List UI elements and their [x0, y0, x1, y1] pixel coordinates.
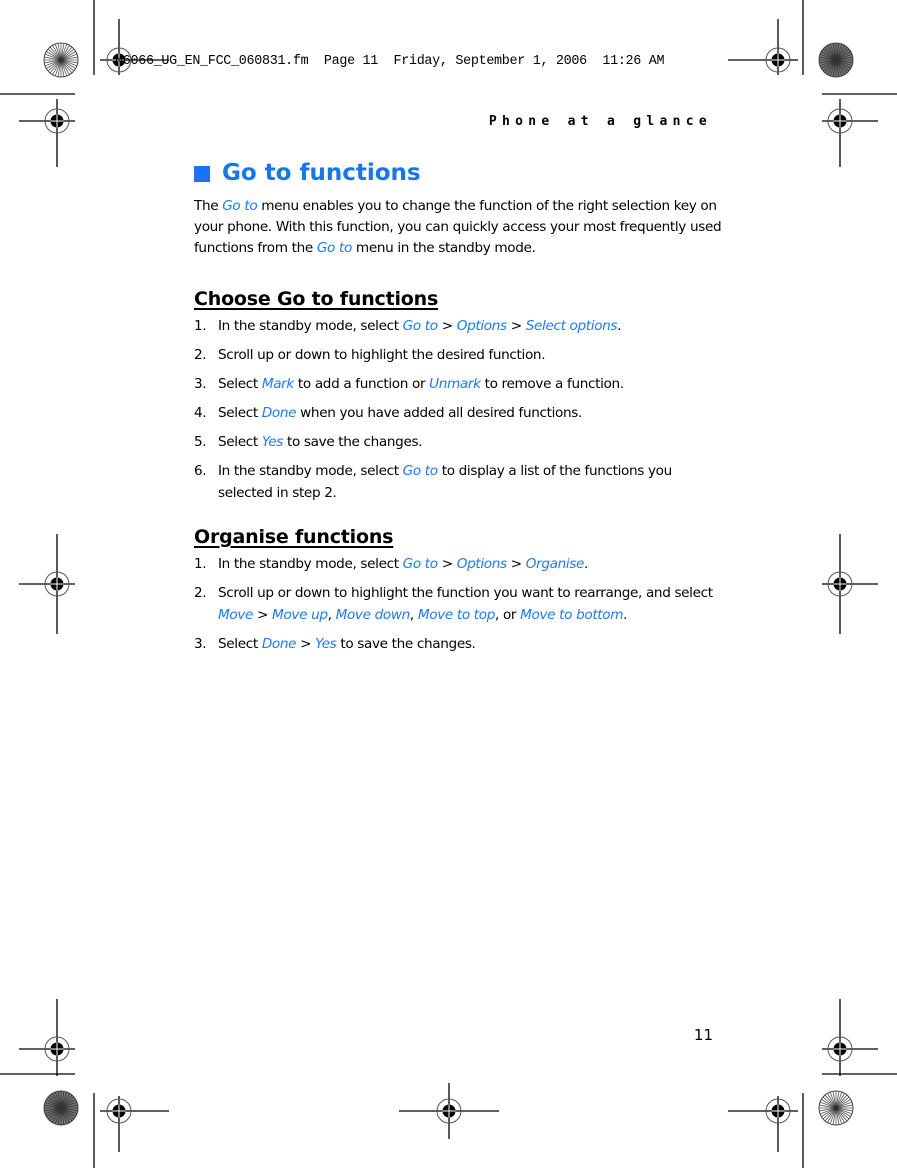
text-run: menu in the standby mode. [351, 240, 536, 256]
text-run: Select [218, 376, 262, 392]
menu-item-reference: Move [218, 607, 254, 623]
text-run: > [506, 318, 526, 334]
color-bar-starburst-icon [43, 1090, 79, 1126]
text-run: In the standby mode, select [218, 318, 403, 334]
color-bar-starburst-icon [818, 1090, 854, 1126]
menu-item-reference: Yes [261, 434, 284, 450]
text-run: , [409, 607, 418, 623]
text-run: Select [218, 434, 262, 450]
section-intro: The Go to menu enables you to change the… [194, 196, 724, 259]
registration-target-icon [728, 19, 798, 75]
text-run: The [194, 198, 223, 214]
step-item: 6. In the standby mode, select Go to to d… [194, 460, 724, 504]
text-run: , [327, 607, 336, 623]
step-number: 1. [194, 556, 207, 572]
text-run: In the standby mode, select [218, 463, 403, 479]
page-number: 11 [693, 1026, 713, 1044]
menu-item-reference: Done [261, 636, 297, 652]
running-head: Phone at a glance [488, 114, 712, 129]
color-bar-starburst-icon [43, 42, 79, 78]
text-run: > [253, 607, 273, 623]
text-run: Scroll up or down to highlight the desir… [218, 347, 546, 363]
subsection-title: Choose Go to functions [194, 288, 439, 310]
text-run: > [437, 556, 457, 572]
menu-item-reference: Options [456, 318, 507, 334]
text-run: > [506, 556, 526, 572]
subsection-choose: Choose Go to functions 1. In the standby … [194, 286, 724, 504]
text-run: Select [218, 636, 262, 652]
registration-target-icon [822, 99, 878, 167]
text-run: Scroll up or down to highlight the funct… [218, 585, 713, 601]
steps-list: 1. In the standby mode, select Go to > Op… [194, 553, 724, 655]
steps-list: 1. In the standby mode, select Go to > Op… [194, 315, 724, 504]
text-run: > [437, 318, 457, 334]
menu-item-reference: Go to [402, 463, 438, 479]
text-run: when you have added all desired function… [296, 405, 582, 421]
step-number: 3. [194, 376, 207, 392]
text-run: to remove a function. [480, 376, 624, 392]
menu-item-reference: Select options [525, 318, 618, 334]
step-number: 5. [194, 434, 207, 450]
registration-target-icon [19, 534, 75, 634]
step-number: 1. [194, 318, 207, 334]
text-run: to add a function or [293, 376, 430, 392]
menu-item-reference: Unmark [429, 376, 481, 392]
step-item: 3. Select Done > Yes to save the changes. [194, 633, 724, 655]
step-item: 1. In the standby mode, select Go to > Op… [194, 553, 724, 575]
menu-item-reference: Go to [402, 318, 438, 334]
menu-item-reference: Move to top [417, 607, 496, 623]
color-bar-starburst-icon [818, 42, 854, 78]
registration-target-icon [822, 534, 878, 634]
text-run: to save the changes. [283, 434, 423, 450]
text-run: In the standby mode, select [218, 556, 403, 572]
text-run: . [584, 556, 589, 572]
step-number: 6. [194, 463, 207, 479]
menu-item-reference: Go to [222, 198, 258, 214]
menu-item-reference: Done [261, 405, 297, 421]
text-run: . [623, 607, 628, 623]
text-run: , or [495, 607, 521, 623]
menu-item-reference: Options [456, 556, 507, 572]
text-run: > [296, 636, 316, 652]
menu-item-reference: Yes [315, 636, 337, 652]
step-item: 2. Scroll up or down to highlight the fun… [194, 582, 724, 626]
section-heading: Go to functions [194, 158, 724, 188]
text-run: . [617, 318, 622, 334]
section-title: Go to functions [222, 160, 421, 186]
menu-item-reference: Move to bottom [520, 607, 624, 623]
blue-square-icon [194, 166, 210, 182]
step-item: 2. Scroll up or down to highlight the des… [194, 344, 724, 366]
registration-target-icon [399, 1083, 499, 1139]
registration-target-icon [100, 1096, 169, 1152]
menu-item-reference: Go to [316, 240, 352, 256]
registration-target-icon [19, 99, 75, 167]
step-number: 2. [194, 347, 207, 363]
subsection-title: Organise functions [194, 526, 394, 548]
step-number: 2. [194, 585, 207, 601]
menu-item-reference: Move down [335, 607, 411, 623]
menu-item-reference: Move up [272, 607, 328, 623]
page-content: Go to functions The Go to menu enables y… [194, 158, 724, 662]
step-item: 4. Select Done when you have added all de… [194, 402, 724, 424]
step-item: 1. In the standby mode, select Go to > Op… [194, 315, 724, 337]
menu-item-reference: Organise [525, 556, 585, 572]
step-number: 4. [194, 405, 207, 421]
registration-target-icon [728, 1096, 798, 1152]
registration-target-icon [19, 999, 75, 1076]
subsection-organise: Organise functions 1. In the standby mode… [194, 524, 724, 655]
text-run: Select [218, 405, 262, 421]
registration-target-icon [822, 999, 878, 1076]
step-item: 3. Select Mark to add a function or Unmar… [194, 373, 724, 395]
menu-item-reference: Go to [402, 556, 438, 572]
file-slug: N6066_UG_EN_FCC_060831.fm Page 11 Friday… [115, 54, 665, 69]
text-run: to save the changes. [336, 636, 476, 652]
step-number: 3. [194, 636, 207, 652]
step-item: 5. Select Yes to save the changes. [194, 431, 724, 453]
menu-item-reference: Mark [261, 376, 294, 392]
